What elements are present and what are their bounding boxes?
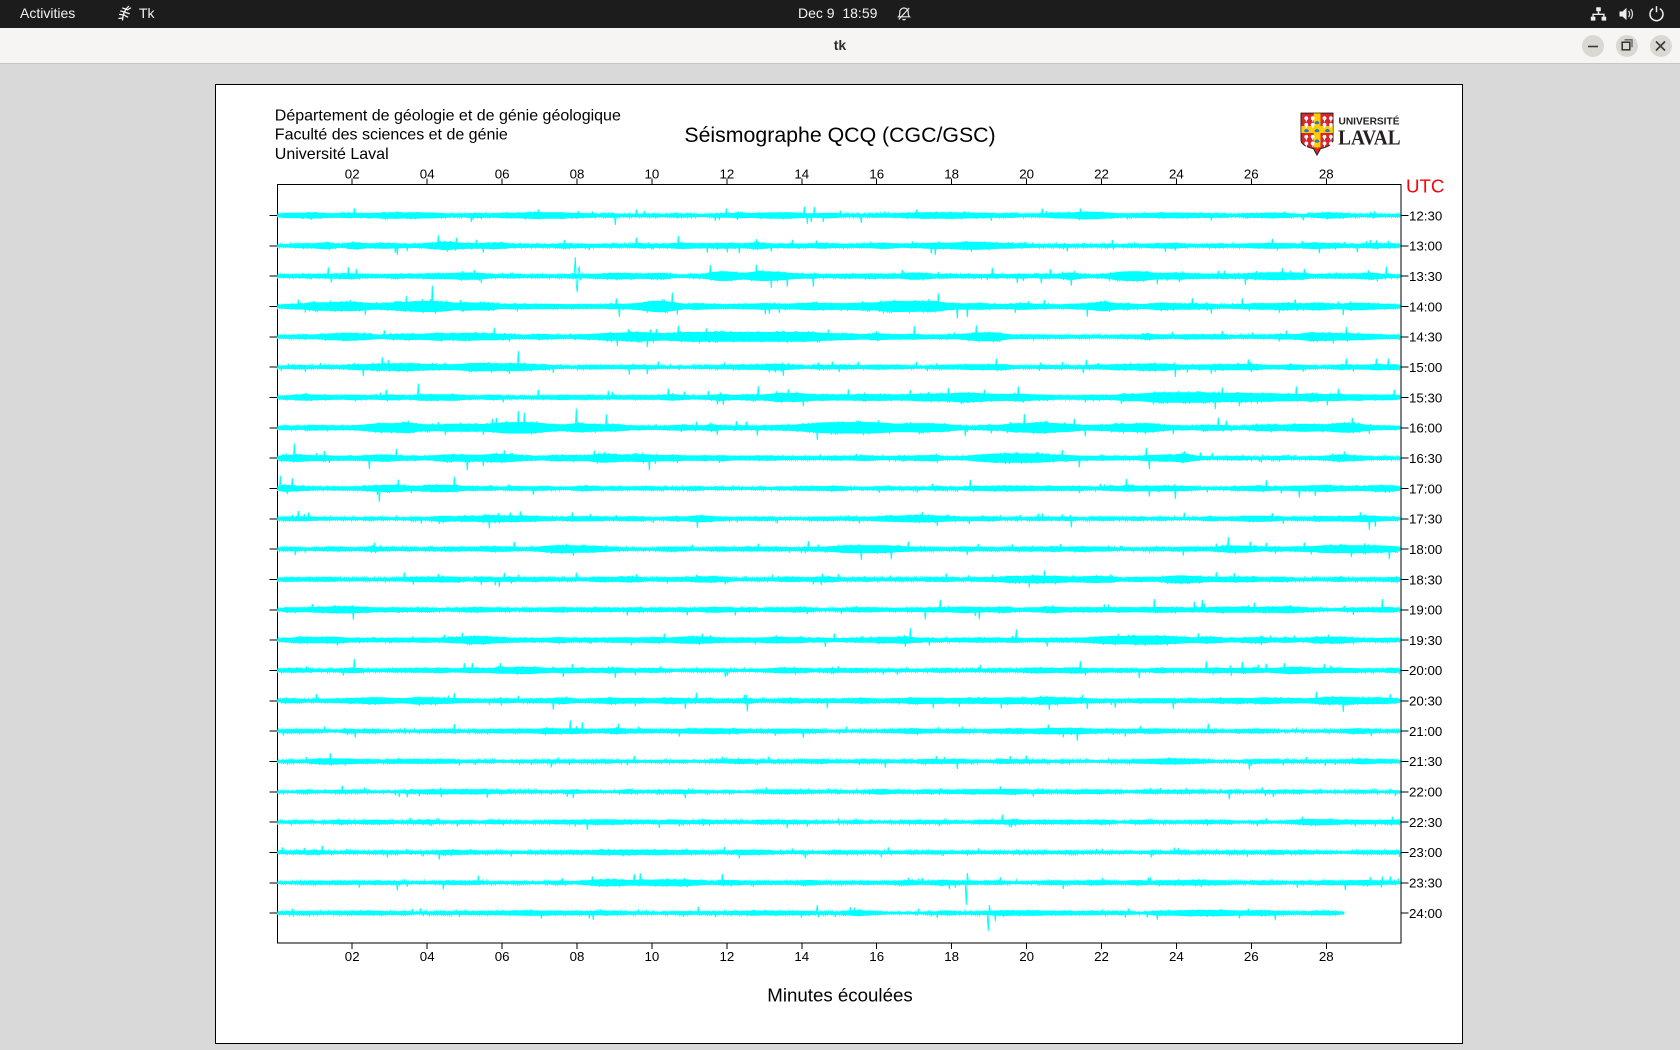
svg-text:26: 26 bbox=[1244, 166, 1259, 181]
svg-text:17:00: 17:00 bbox=[1409, 481, 1442, 496]
svg-text:08: 08 bbox=[570, 166, 585, 181]
svg-text:12: 12 bbox=[720, 949, 735, 964]
svg-text:28: 28 bbox=[1319, 949, 1334, 964]
svg-text:16:00: 16:00 bbox=[1409, 421, 1442, 436]
svg-text:28: 28 bbox=[1319, 166, 1334, 181]
svg-text:Faculté des sciences et de gén: Faculté des sciences et de génie bbox=[275, 127, 508, 144]
svg-text:14: 14 bbox=[794, 166, 809, 181]
svg-text:14:30: 14:30 bbox=[1409, 330, 1442, 345]
svg-text:21:30: 21:30 bbox=[1409, 754, 1442, 769]
svg-text:18:30: 18:30 bbox=[1409, 572, 1442, 587]
svg-text:08: 08 bbox=[570, 949, 585, 964]
svg-text:02: 02 bbox=[345, 166, 360, 181]
svg-text:21:00: 21:00 bbox=[1409, 724, 1442, 739]
svg-text:Minutes écoulées: Minutes écoulées bbox=[767, 985, 912, 1006]
svg-text:06: 06 bbox=[495, 949, 510, 964]
svg-text:14: 14 bbox=[794, 949, 809, 964]
svg-text:15:00: 15:00 bbox=[1409, 360, 1442, 375]
svg-text:10: 10 bbox=[645, 949, 660, 964]
svg-text:16: 16 bbox=[869, 166, 884, 181]
svg-text:23:00: 23:00 bbox=[1409, 845, 1442, 860]
svg-text:04: 04 bbox=[420, 166, 435, 181]
svg-text:02: 02 bbox=[345, 949, 360, 964]
svg-text:19:30: 19:30 bbox=[1409, 633, 1442, 648]
svg-text:24: 24 bbox=[1169, 949, 1184, 964]
svg-text:22:00: 22:00 bbox=[1409, 785, 1442, 800]
svg-text:13:00: 13:00 bbox=[1409, 239, 1442, 254]
svg-text:Séismographe QCQ (CGC/GSC): Séismographe QCQ (CGC/GSC) bbox=[684, 123, 995, 147]
svg-text:15:30: 15:30 bbox=[1409, 390, 1442, 405]
svg-text:20: 20 bbox=[1019, 949, 1034, 964]
svg-text:06: 06 bbox=[495, 166, 510, 181]
svg-text:22: 22 bbox=[1094, 166, 1109, 181]
svg-text:Université Laval: Université Laval bbox=[275, 146, 389, 163]
svg-text:20:00: 20:00 bbox=[1409, 663, 1442, 678]
svg-text:04: 04 bbox=[420, 949, 435, 964]
svg-text:22:30: 22:30 bbox=[1409, 815, 1442, 830]
svg-text:23:30: 23:30 bbox=[1409, 876, 1442, 891]
svg-text:12: 12 bbox=[720, 166, 735, 181]
svg-text:17:30: 17:30 bbox=[1409, 512, 1442, 527]
svg-text:13:30: 13:30 bbox=[1409, 269, 1442, 284]
svg-text:14:00: 14:00 bbox=[1409, 299, 1442, 314]
svg-text:Département de géologie et de: Département de géologie et de génie géol… bbox=[275, 107, 621, 124]
svg-text:22: 22 bbox=[1094, 949, 1109, 964]
svg-text:10: 10 bbox=[645, 166, 660, 181]
svg-text:20: 20 bbox=[1019, 166, 1034, 181]
svg-text:18:00: 18:00 bbox=[1409, 542, 1442, 557]
svg-text:24: 24 bbox=[1169, 166, 1184, 181]
svg-text:26: 26 bbox=[1244, 949, 1259, 964]
svg-text:16:30: 16:30 bbox=[1409, 451, 1442, 466]
svg-text:18: 18 bbox=[944, 949, 959, 964]
svg-text:LAVAL: LAVAL bbox=[1338, 126, 1401, 150]
svg-text:16: 16 bbox=[869, 949, 884, 964]
svg-text:UTC: UTC bbox=[1406, 175, 1444, 196]
svg-text:20:30: 20:30 bbox=[1409, 694, 1442, 709]
svg-text:24:00: 24:00 bbox=[1409, 906, 1442, 921]
svg-text:19:00: 19:00 bbox=[1409, 603, 1442, 618]
svg-text:18: 18 bbox=[944, 166, 959, 181]
svg-text:12:30: 12:30 bbox=[1409, 208, 1442, 223]
